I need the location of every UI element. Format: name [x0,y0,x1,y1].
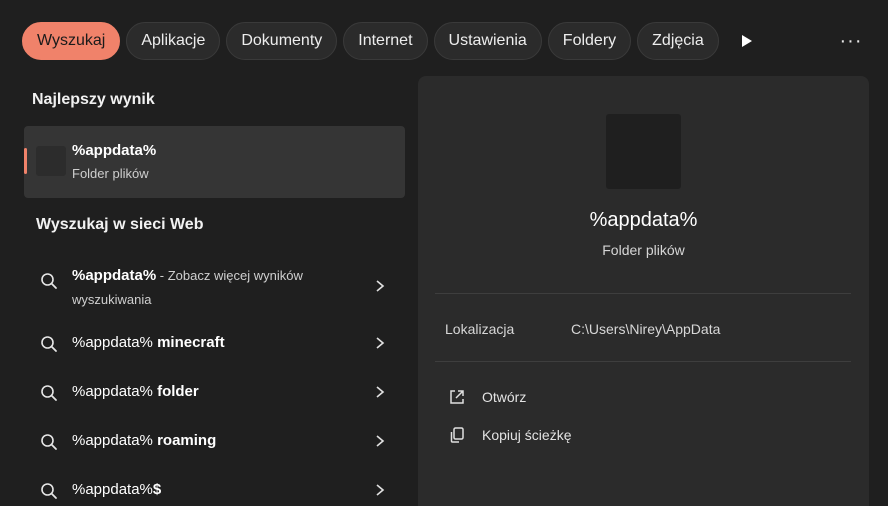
play-icon [742,35,752,47]
tab-dokumenty[interactable]: Dokumenty [226,22,338,60]
filter-tabs: Wyszukaj Aplikacje Dokumenty Internet Us… [22,22,719,60]
folder-preview-icon [606,114,681,189]
more-tabs-play-button[interactable] [734,28,760,54]
web-search-heading: Wyszukaj w sieci Web [36,216,204,233]
location-value: C:\Users\Nirey\AppData [571,321,721,337]
best-result-type: Folder plików [72,166,149,181]
web-result-item[interactable]: %appdata%$ [24,468,405,506]
tab-ustawienia[interactable]: Ustawienia [433,22,542,60]
web-result-text: %appdata% folder [72,383,199,400]
web-result-item[interactable]: %appdata% - Zobacz więcej wyników wyszuk… [24,258,405,314]
copy-path-action[interactable]: Kopiuj ścieżkę [448,423,572,447]
tab-foldery[interactable]: Foldery [547,22,632,60]
more-options-button[interactable]: ··· [834,28,868,54]
best-result-heading: Najlepszy wynik [32,91,155,108]
chevron-right-icon [376,386,385,398]
search-icon [41,336,57,352]
details-title: %appdata% [589,209,698,231]
tab-zdjecia[interactable]: Zdjęcia [637,22,719,60]
best-result-item[interactable]: %appdata% Folder plików [24,126,405,198]
chevron-right-icon [376,337,385,349]
web-result-text: %appdata%$ [72,481,162,498]
location-label: Lokalizacja [445,321,515,337]
divider [435,361,851,362]
copy-icon [450,427,464,443]
details-subtitle: Folder plików [602,242,685,258]
copy-path-label: Kopiuj ścieżkę [482,427,572,443]
tab-aplikacje[interactable]: Aplikacje [126,22,221,60]
open-action-label: Otwórz [482,389,527,405]
search-icon [41,483,57,499]
chevron-right-icon [376,435,385,447]
selection-indicator [24,148,27,174]
search-icon [41,385,57,401]
folder-icon [36,146,66,176]
web-result-item[interactable]: %appdata% minecraft [24,321,405,365]
chevron-right-icon [376,484,385,496]
web-result-item[interactable]: %appdata% roaming [24,419,405,463]
details-panel: %appdata% Folder plików Lokalizacja C:\U… [418,76,869,506]
chevron-right-icon [376,280,385,292]
open-action[interactable]: Otwórz [448,385,526,409]
search-icon [41,273,57,289]
open-external-icon [450,390,464,404]
web-result-text: %appdata% minecraft [72,334,225,351]
web-result-text: %appdata% - Zobacz więcej wyników wyszuk… [72,267,303,307]
best-result-name: %appdata% [72,142,157,159]
search-window: Wyszukaj Aplikacje Dokumenty Internet Us… [0,0,888,506]
tab-internet[interactable]: Internet [343,22,428,60]
tab-wyszukaj[interactable]: Wyszukaj [22,22,121,60]
web-result-text: %appdata% roaming [72,432,217,449]
web-result-item[interactable]: %appdata% folder [24,370,405,414]
divider [435,293,851,294]
search-icon [41,434,57,450]
